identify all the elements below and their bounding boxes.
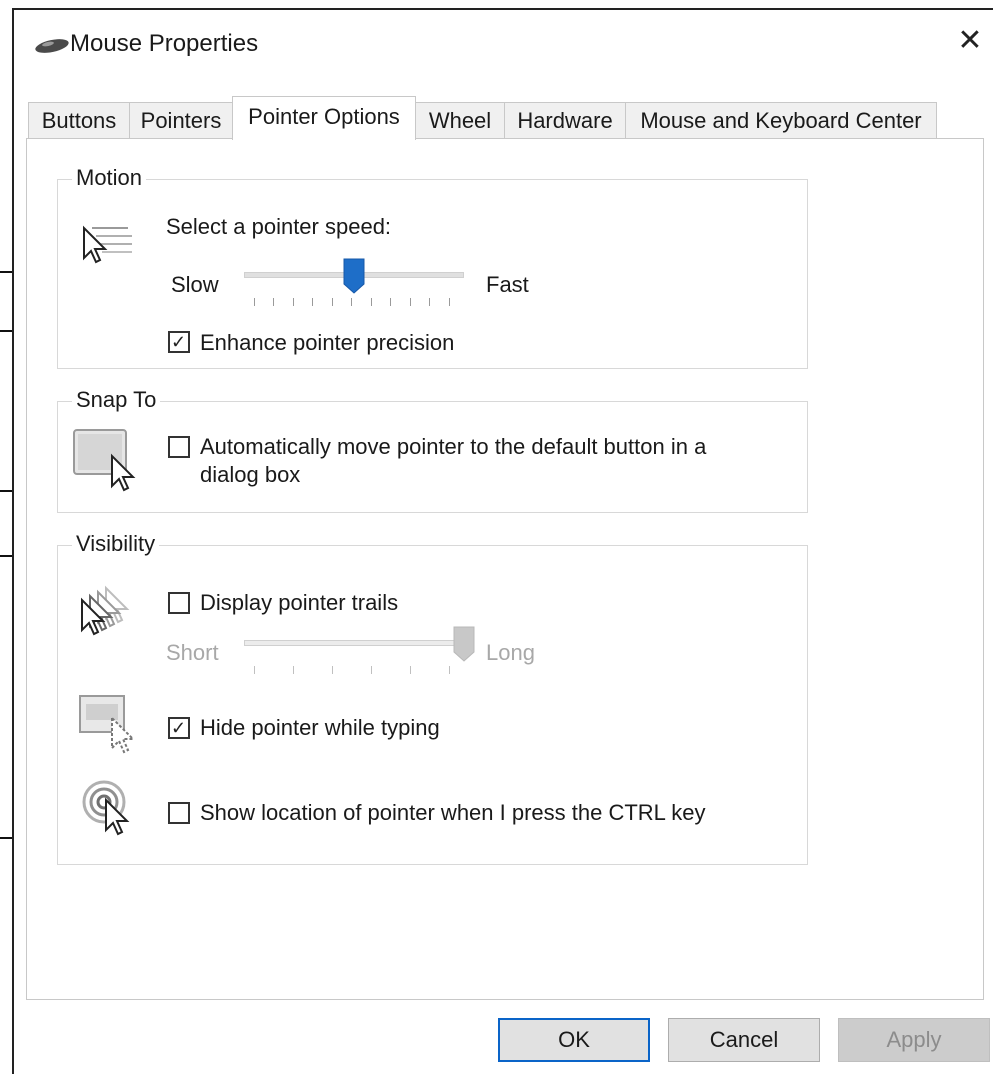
apply-button[interactable]: Apply xyxy=(838,1018,990,1062)
trail-length-slider-thumb[interactable] xyxy=(453,626,475,662)
hide-pointer-icon xyxy=(79,695,136,754)
show-location-checkbox[interactable] xyxy=(168,802,190,824)
title-bar: Mouse Properties ✕ xyxy=(14,10,993,76)
check-icon: ✓ xyxy=(171,332,187,352)
visibility-group-label: Visibility xyxy=(72,531,160,557)
show-location-label: Show location of pointer when I press th… xyxy=(200,800,706,825)
motion-group-label: Motion xyxy=(72,165,147,191)
enhance-precision-label: Enhance pointer precision xyxy=(200,330,455,355)
snap-to-group-label: Snap To xyxy=(72,387,161,413)
ok-button[interactable]: OK xyxy=(498,1018,650,1062)
pointer-speed-label: Select a pointer speed: xyxy=(166,214,392,239)
snap-to-label-line1: Automatically move pointer to the defaul… xyxy=(200,434,707,459)
check-icon: ✓ xyxy=(171,718,187,738)
pointer-trails-label: Display pointer trails xyxy=(200,590,399,615)
pointer-trails-checkbox[interactable] xyxy=(168,592,190,614)
fast-label: Fast xyxy=(486,272,529,297)
show-location-icon xyxy=(82,780,130,836)
tab-wheel[interactable]: Wheel xyxy=(415,102,505,138)
enhance-precision-checkbox[interactable]: ✓ xyxy=(168,331,190,353)
pointer-speed-ticks xyxy=(254,298,454,308)
mouse-icon xyxy=(35,39,69,53)
pointer-speed-slider-thumb[interactable] xyxy=(343,258,365,294)
tab-strip: Buttons Pointers Pointer Options Wheel H… xyxy=(28,96,968,140)
trail-length-slider-track xyxy=(244,640,464,646)
visibility-group: Visibility Display pointer trails Short … xyxy=(57,531,808,865)
snap-to-group: Snap To Automatically move pointer to th… xyxy=(57,387,808,513)
motion-group: Motion Select a pointer speed: Slow Fast xyxy=(57,165,808,369)
slow-label: Slow xyxy=(171,272,219,297)
pointer-speed-icon xyxy=(83,225,132,264)
hide-pointer-label: Hide pointer while typing xyxy=(200,715,440,740)
tab-pointer-options[interactable]: Pointer Options xyxy=(232,96,416,140)
long-label: Long xyxy=(486,640,535,665)
snap-to-checkbox[interactable] xyxy=(168,436,190,458)
hide-pointer-checkbox[interactable]: ✓ xyxy=(168,717,190,739)
tab-mouse-and-keyboard-center[interactable]: Mouse and Keyboard Center xyxy=(625,102,937,138)
tab-hardware[interactable]: Hardware xyxy=(504,102,626,138)
short-label: Short xyxy=(166,640,219,665)
close-icon: ✕ xyxy=(957,24,983,57)
pointer-options-panel: Motion Select a pointer speed: Slow Fast xyxy=(26,138,984,1000)
snap-to-button-icon xyxy=(73,429,136,492)
trail-length-ticks xyxy=(254,666,454,676)
mouse-properties-window: Mouse Properties ✕ Buttons Pointers Poin… xyxy=(12,8,993,1074)
tab-pointers[interactable]: Pointers xyxy=(129,102,233,138)
close-button[interactable]: ✕ xyxy=(955,24,985,58)
window-title: Mouse Properties xyxy=(70,30,259,57)
snap-to-label-line2: dialog box xyxy=(200,462,301,487)
pointer-trails-icon xyxy=(81,585,130,636)
tab-buttons[interactable]: Buttons xyxy=(28,102,130,138)
cancel-button[interactable]: Cancel xyxy=(668,1018,820,1062)
